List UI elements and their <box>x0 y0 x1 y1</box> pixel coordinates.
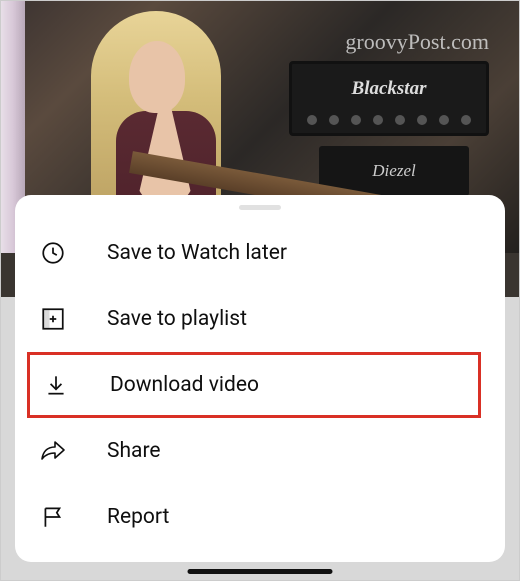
save-playlist-label: Save to playlist <box>107 307 247 331</box>
share-item[interactable]: Share <box>15 418 505 484</box>
flag-icon <box>39 504 67 530</box>
amplifier-1: Blackstar <box>289 61 489 136</box>
sheet-grabber[interactable] <box>239 205 281 210</box>
download-icon <box>42 372 70 398</box>
report-item[interactable]: Report <box>15 484 505 550</box>
watch-later-label: Save to Watch later <box>107 241 287 265</box>
download-video-item[interactable]: Download video <box>27 352 481 418</box>
home-indicator[interactable] <box>188 569 333 574</box>
share-label: Share <box>107 439 161 463</box>
save-playlist-item[interactable]: Save to playlist <box>15 286 505 352</box>
amp-brand-text: Blackstar <box>352 78 427 100</box>
action-sheet: Save to Watch later Save to playlist Dow… <box>15 195 505 562</box>
download-video-label: Download video <box>110 373 259 397</box>
amp-brand-text-2: Diezel <box>372 161 415 181</box>
clock-icon <box>39 240 67 266</box>
playlist-add-icon <box>39 306 67 332</box>
watermark-text: groovyPost.com <box>345 29 489 55</box>
share-icon <box>39 439 67 463</box>
watch-later-item[interactable]: Save to Watch later <box>15 220 505 286</box>
report-label: Report <box>107 505 169 529</box>
